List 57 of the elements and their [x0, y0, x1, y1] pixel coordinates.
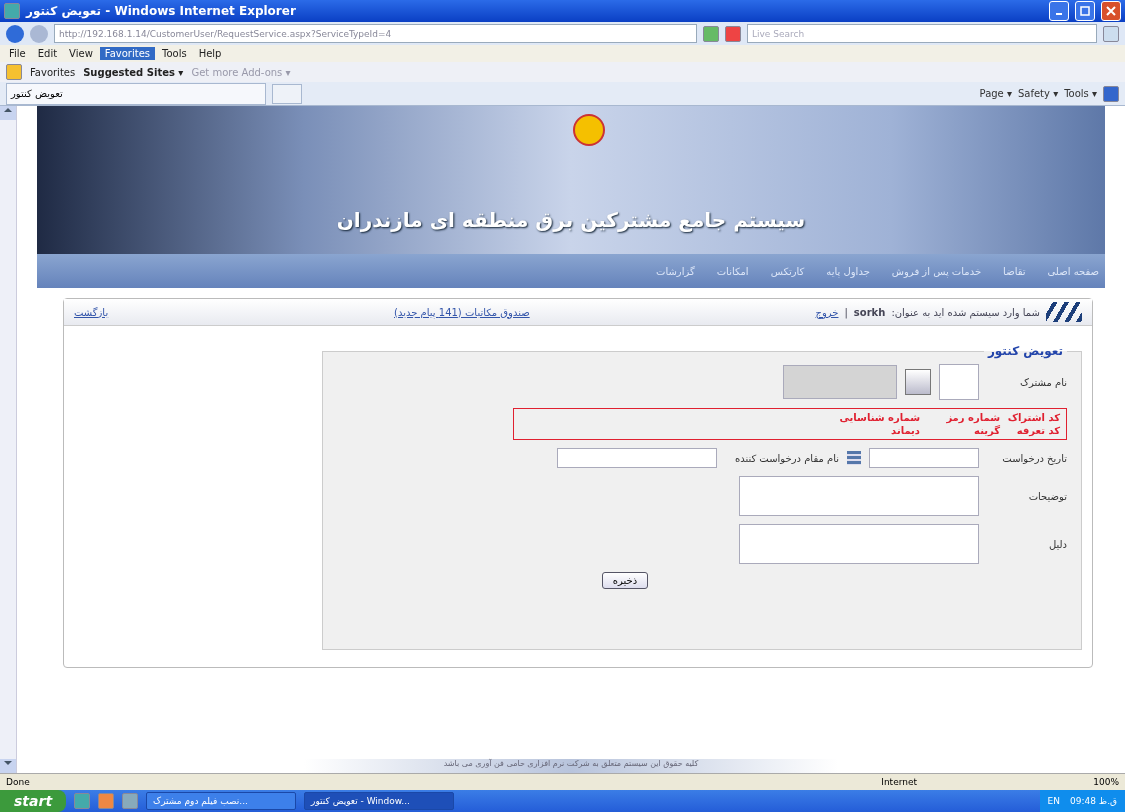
notes-field[interactable] — [739, 476, 979, 516]
menu-item[interactable]: Help — [193, 47, 227, 60]
menu-item[interactable]: File — [4, 47, 31, 60]
form-title: تعویض کنتور — [986, 344, 1064, 358]
save-button[interactable]: ذخیره — [601, 572, 649, 589]
login-text: شما وارد سیستم شده اید به عنوان: — [891, 306, 1040, 318]
command-button[interactable]: Page ▾ — [979, 88, 1012, 99]
zoom-button[interactable]: 100% — [1093, 777, 1119, 787]
field-label: دلیل — [1047, 538, 1067, 550]
menu-item[interactable]: Tools — [157, 47, 192, 60]
zone-text: Internet — [881, 777, 918, 787]
reason-field[interactable] — [739, 524, 979, 564]
clock: 09:48 ق.ظ — [1070, 796, 1117, 806]
date-field[interactable] — [869, 448, 979, 468]
command-button[interactable]: Safety ▾ — [1017, 88, 1059, 99]
menu-item[interactable]: View — [64, 47, 98, 60]
favorites-link[interactable]: Suggested Sites ▾ — [83, 66, 184, 78]
field-label: توضیحات — [1027, 490, 1067, 502]
language-indicator[interactable]: EN — [1047, 796, 1060, 806]
logo-icon — [573, 114, 605, 146]
browser-tab[interactable]: تعویض کنتور — [6, 82, 266, 105]
inbox-link[interactable]: صندوق مکاتبات (141 پیام جدید) — [394, 306, 530, 318]
maximize-icon — [1080, 6, 1090, 16]
taskbar-item[interactable]: نصب فیلم دوم مشترک... — [146, 792, 297, 810]
slash-icon — [1046, 302, 1082, 322]
minimize-button[interactable] — [1049, 1, 1069, 21]
favorites-button[interactable]: Favorites — [30, 66, 76, 78]
input-field[interactable] — [556, 448, 717, 468]
field-label: نام مقام درخواست کننده — [734, 452, 839, 464]
status-text: Done — [6, 777, 30, 787]
field-label: نام مشترک — [1019, 376, 1067, 388]
command-button[interactable]: Tools ▾ — [1064, 88, 1097, 99]
info-text: شماره رمز — [945, 412, 1000, 423]
scrollbar[interactable] — [0, 106, 17, 773]
user-name: sorkh — [853, 306, 886, 318]
logout-link[interactable]: خروج — [815, 306, 839, 318]
address-field[interactable]: http://192.168.1.14/CustomerUser/RequestService.aspx?ServiceTypeId=4 — [54, 24, 697, 43]
field-label: تاریخ درخواست — [1001, 452, 1067, 464]
info-text: دیماند — [890, 425, 920, 436]
info-text: گرینه — [973, 425, 1000, 436]
back-link[interactable]: بازگشت — [74, 306, 109, 318]
new-tab-button[interactable] — [272, 83, 302, 104]
banner-title: سیستم جامع مشترکین برق منطقه ای مازندران — [336, 208, 806, 232]
window-title: تعویض کنتور - Windows Internet Explorer — [26, 4, 297, 18]
maximize-button[interactable] — [1075, 1, 1095, 21]
close-icon — [1106, 6, 1116, 16]
start-button[interactable]: start — [0, 790, 67, 812]
separator: | — [844, 306, 848, 318]
close-button[interactable] — [1101, 1, 1121, 21]
info-text: شماره شناسایی — [838, 412, 920, 423]
menu-item[interactable]: Favorites — [99, 47, 155, 60]
scroll-down-icon[interactable] — [4, 759, 12, 767]
info-text: کد تعرفه — [1015, 425, 1060, 436]
menu-item[interactable]: Edit — [32, 47, 63, 60]
input-field[interactable] — [939, 364, 979, 400]
taskbar-item[interactable]: تعویض کنتور - Window... — [304, 792, 455, 810]
info-text: کد اشتراک — [1006, 412, 1060, 423]
